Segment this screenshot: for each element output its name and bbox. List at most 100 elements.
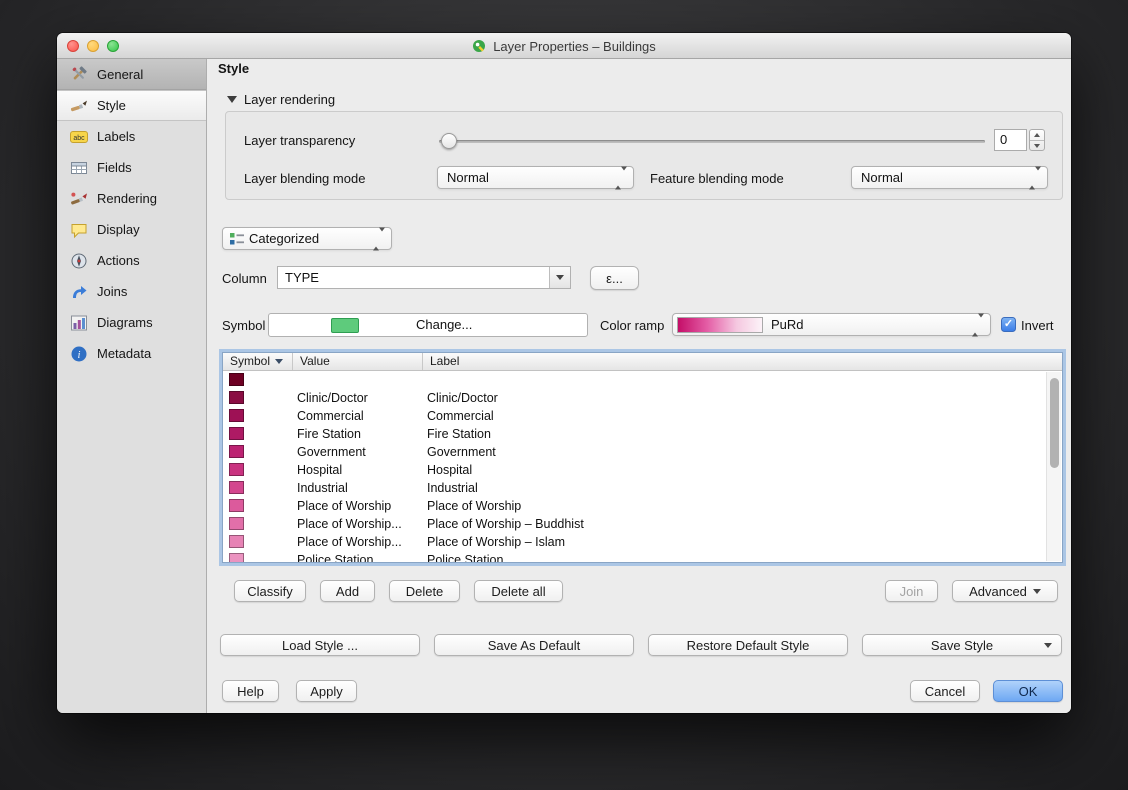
header-label[interactable]: Label: [423, 353, 1062, 370]
stepper-down-button[interactable]: [1030, 141, 1044, 151]
vertical-scrollbar[interactable]: [1046, 372, 1061, 561]
chevron-updown-icon: [373, 231, 385, 246]
color-ramp-dropdown[interactable]: PuRd: [672, 313, 991, 336]
save-style-button[interactable]: Save Style: [862, 634, 1062, 656]
symbol-label: Symbol: [222, 318, 265, 333]
apply-button[interactable]: Apply: [296, 680, 357, 702]
category-swatch[interactable]: [229, 499, 244, 512]
combo-dropdown-button[interactable]: [549, 267, 570, 288]
category-row[interactable]: Clinic/Doctor Clinic/Doctor: [223, 389, 1062, 407]
expression-builder-button[interactable]: ε...: [590, 266, 639, 290]
invert-checkbox[interactable]: [1001, 317, 1016, 332]
header-value[interactable]: Value: [293, 353, 423, 370]
feature-blending-dropdown[interactable]: Normal: [851, 166, 1048, 189]
chevron-down-icon: [556, 275, 564, 280]
delete-button[interactable]: Delete: [389, 580, 460, 602]
category-label: Place of Worship – Islam: [427, 533, 565, 551]
feature-blending-value: Normal: [861, 167, 903, 188]
category-row[interactable]: Police Station Police Station: [223, 551, 1062, 563]
category-row[interactable]: [223, 371, 1062, 389]
category-label: Place of Worship – Buddhist: [427, 515, 584, 533]
cancel-button[interactable]: Cancel: [910, 680, 980, 702]
sidebar-item-rendering[interactable]: Rendering: [57, 183, 206, 214]
restore-default-label: Restore Default Style: [687, 638, 810, 653]
add-button[interactable]: Add: [320, 580, 375, 602]
category-swatch[interactable]: [229, 481, 244, 494]
delete-all-label: Delete all: [491, 584, 545, 599]
color-ramp-preview: [677, 317, 763, 333]
load-style-label: Load Style ...: [282, 638, 358, 653]
category-label: Clinic/Doctor: [427, 389, 498, 407]
advanced-button[interactable]: Advanced: [952, 580, 1058, 602]
sidebar-item-label: Style: [97, 98, 126, 113]
join-button[interactable]: Join: [885, 580, 938, 602]
category-swatch[interactable]: [229, 445, 244, 458]
stepper-up-button[interactable]: [1030, 130, 1044, 140]
category-row[interactable]: Government Government: [223, 443, 1062, 461]
category-label: Hospital: [427, 461, 472, 479]
category-row[interactable]: Fire Station Fire Station: [223, 425, 1062, 443]
sidebar-item-joins[interactable]: Joins: [57, 276, 206, 307]
category-value: Government: [297, 443, 366, 461]
scrollbar-thumb[interactable]: [1050, 378, 1059, 468]
svg-text:i: i: [78, 350, 81, 361]
category-row[interactable]: Place of Worship Place of Worship: [223, 497, 1062, 515]
category-swatch[interactable]: [229, 463, 244, 476]
cancel-label: Cancel: [925, 684, 965, 699]
renderer-dropdown[interactable]: Categorized: [222, 227, 392, 250]
restore-default-style-button[interactable]: Restore Default Style: [648, 634, 848, 656]
sidebar-item-general[interactable]: General: [57, 59, 206, 90]
titlebar[interactable]: Layer Properties – Buildings: [57, 33, 1071, 59]
category-swatch[interactable]: [229, 373, 244, 386]
category-label: Commercial: [427, 407, 494, 425]
sidebar-item-fields[interactable]: Fields: [57, 152, 206, 183]
sidebar-item-actions[interactable]: Actions: [57, 245, 206, 276]
category-row[interactable]: Commercial Commercial: [223, 407, 1062, 425]
save-as-default-button[interactable]: Save As Default: [434, 634, 634, 656]
help-button[interactable]: Help: [222, 680, 279, 702]
color-ramp-label: Color ramp: [600, 318, 664, 333]
transparency-stepper[interactable]: [1029, 129, 1045, 151]
transparency-value-input[interactable]: 0: [994, 129, 1027, 151]
sidebar-item-diagrams[interactable]: Diagrams: [57, 307, 206, 338]
category-swatch[interactable]: [229, 535, 244, 548]
layer-rendering-title: Layer rendering: [244, 92, 335, 107]
category-value: Hospital: [297, 461, 342, 479]
paintbrush-icon: [70, 97, 88, 115]
chevron-updown-icon: [972, 317, 984, 332]
category-swatch[interactable]: [229, 517, 244, 530]
category-row[interactable]: Place of Worship... Place of Worship – B…: [223, 515, 1062, 533]
load-style-button[interactable]: Load Style ...: [220, 634, 420, 656]
category-swatch[interactable]: [229, 409, 244, 422]
categories-table[interactable]: Symbol Value Label Clinic/Doctor Clinic/…: [222, 352, 1063, 563]
apply-label: Apply: [310, 684, 343, 699]
sidebar-item-style[interactable]: Style: [57, 90, 206, 121]
sidebar-item-labels[interactable]: abc Labels: [57, 121, 206, 152]
layer-blending-dropdown[interactable]: Normal: [437, 166, 634, 189]
speech-bubble-icon: [70, 221, 88, 239]
category-row[interactable]: Place of Worship... Place of Worship – I…: [223, 533, 1062, 551]
ok-button[interactable]: OK: [993, 680, 1063, 702]
layer-rendering-disclosure[interactable]: Layer rendering: [227, 92, 335, 107]
header-value-label: Value: [300, 353, 330, 370]
slider-thumb[interactable]: [441, 133, 457, 149]
delete-all-button[interactable]: Delete all: [474, 580, 563, 602]
category-swatch[interactable]: [229, 427, 244, 440]
category-row[interactable]: Industrial Industrial: [223, 479, 1062, 497]
column-combobox[interactable]: TYPE: [277, 266, 571, 289]
sidebar-item-metadata[interactable]: i Metadata: [57, 338, 206, 369]
header-symbol[interactable]: Symbol: [223, 353, 293, 370]
sidebar-item-display[interactable]: Display: [57, 214, 206, 245]
symbol-change-button[interactable]: Change...: [268, 313, 588, 337]
slider-track[interactable]: [439, 140, 985, 143]
transparency-slider[interactable]: [439, 129, 985, 153]
help-label: Help: [237, 684, 264, 699]
category-swatch[interactable]: [229, 553, 244, 563]
color-ramp-value: PuRd: [771, 314, 804, 335]
category-value: Police Station: [297, 551, 373, 563]
classify-button[interactable]: Classify: [234, 580, 306, 602]
category-swatch[interactable]: [229, 391, 244, 404]
category-row[interactable]: Hospital Hospital: [223, 461, 1062, 479]
rendering-brush-icon: [70, 190, 88, 208]
page-title: Style: [218, 61, 249, 76]
